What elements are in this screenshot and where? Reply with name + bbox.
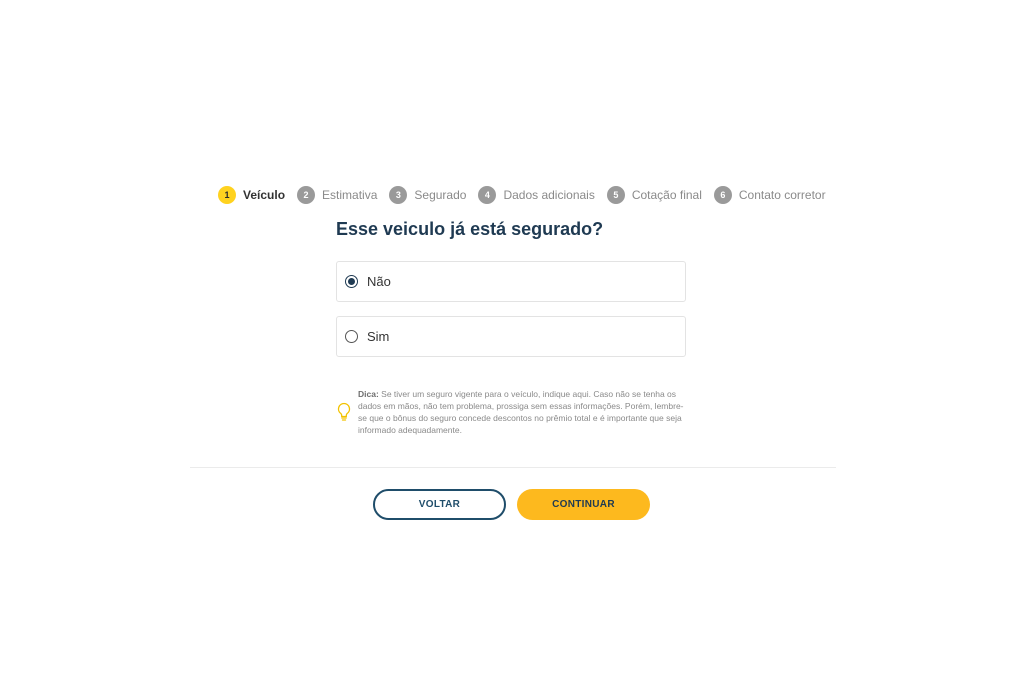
tip-text: Dica: Se tiver um seguro vigente para o … bbox=[358, 388, 686, 436]
step-number: 6 bbox=[713, 186, 732, 204]
tip-prefix: Dica: bbox=[358, 389, 379, 399]
step-segurado[interactable]: 3 Segurado bbox=[389, 186, 466, 204]
divider bbox=[190, 467, 836, 468]
step-label: Segurado bbox=[414, 188, 467, 202]
radio-nao[interactable] bbox=[345, 275, 358, 288]
question-title: Esse veiculo já está segurado? bbox=[336, 219, 604, 239]
step-estimativa[interactable]: 2 Estimativa bbox=[297, 186, 377, 204]
option-label-nao: Não bbox=[367, 274, 391, 289]
step-cotacao-final[interactable]: 5 Cotação final bbox=[606, 186, 702, 204]
tip-body: Se tiver um seguro vigente para o veícul… bbox=[358, 389, 684, 435]
step-label: Dados adicionais bbox=[503, 188, 595, 202]
step-number: 5 bbox=[606, 186, 625, 204]
option-nao[interactable]: Não bbox=[336, 261, 686, 302]
radio-sim[interactable] bbox=[345, 330, 358, 343]
step-contato-corretor[interactable]: 6 Contato corretor bbox=[713, 186, 826, 204]
option-label-sim: Sim bbox=[367, 329, 390, 344]
step-label: Estimativa bbox=[322, 188, 378, 202]
option-sim[interactable]: Sim bbox=[336, 316, 686, 357]
step-number: 4 bbox=[478, 186, 497, 204]
lightbulb-icon bbox=[337, 402, 351, 421]
step-number: 2 bbox=[297, 186, 316, 204]
step-veiculo[interactable]: 1 Veículo bbox=[218, 186, 285, 204]
page: 1 Veículo 2 Estimativa 3 Segurado 4 Dado… bbox=[0, 0, 1024, 683]
stepper: 1 Veículo 2 Estimativa 3 Segurado 4 Dado… bbox=[218, 186, 826, 204]
tip-box: Dica: Se tiver um seguro vigente para o … bbox=[336, 388, 686, 436]
back-button[interactable]: VOLTAR bbox=[373, 489, 506, 520]
step-dados-adicionais[interactable]: 4 Dados adicionais bbox=[478, 186, 595, 204]
step-number: 3 bbox=[389, 186, 408, 204]
step-number: 1 bbox=[218, 186, 236, 204]
step-label: Veículo bbox=[243, 188, 286, 202]
continue-button[interactable]: CONTINUAR bbox=[517, 489, 650, 520]
step-label: Contato corretor bbox=[738, 188, 826, 202]
step-label: Cotação final bbox=[631, 188, 702, 202]
